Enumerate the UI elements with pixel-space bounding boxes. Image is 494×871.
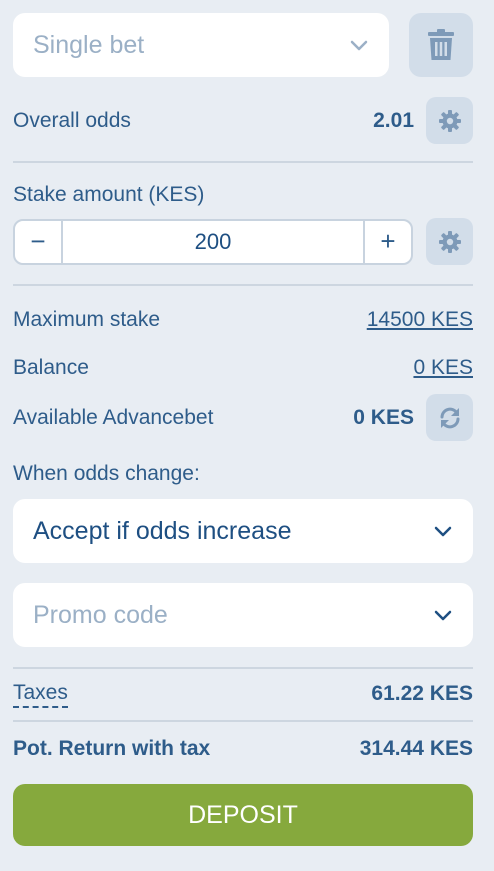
taxes-row: Taxes 61.22 KES <box>13 679 473 709</box>
trash-icon <box>428 29 454 60</box>
deposit-button[interactable]: DEPOSIT <box>13 784 473 846</box>
chevron-down-icon <box>350 40 368 51</box>
advancebet-row: Available Advancebet 0 KES <box>13 394 473 441</box>
refresh-advancebet-button[interactable] <box>426 394 473 441</box>
bet-type-row: Single bet <box>13 13 473 77</box>
delete-bet-button[interactable] <box>409 13 473 77</box>
stake-increment-button[interactable]: + <box>365 221 411 263</box>
odds-change-label: When odds change: <box>13 462 200 485</box>
divider <box>13 284 473 286</box>
stake-decrement-button[interactable]: − <box>15 221 61 263</box>
stake-label-row: Stake amount (KES) <box>13 183 473 207</box>
max-stake-link[interactable]: 14500 KES <box>367 308 473 332</box>
odds-change-select[interactable]: Accept if odds increase <box>13 499 473 563</box>
odds-settings-button[interactable] <box>426 97 473 144</box>
balance-label: Balance <box>13 356 89 379</box>
pot-return-value: 314.44 KES <box>359 737 473 760</box>
odds-change-label-row: When odds change: <box>13 462 473 486</box>
gear-icon <box>438 109 461 132</box>
divider <box>13 720 473 722</box>
chevron-down-icon <box>434 610 452 621</box>
stake-settings-button[interactable] <box>426 218 473 265</box>
overall-odds-value: 2.01 <box>373 108 414 132</box>
promo-code-select[interactable]: Promo code <box>13 583 473 647</box>
balance-row: Balance 0 KES <box>13 353 473 383</box>
divider <box>13 161 473 163</box>
promo-code-placeholder: Promo code <box>33 600 168 629</box>
bet-type-value: Single bet <box>33 30 145 59</box>
refresh-icon <box>440 407 459 428</box>
advancebet-label: Available Advancebet <box>13 405 214 429</box>
overall-odds-label: Overall odds <box>13 108 131 132</box>
taxes-value: 61.22 KES <box>371 682 473 705</box>
overall-odds-row: Overall odds 2.01 <box>13 97 473 144</box>
stake-row: − 200 + <box>13 218 473 265</box>
max-stake-row: Maximum stake 14500 KES <box>13 305 473 335</box>
stake-stepper: − 200 + <box>13 218 413 265</box>
divider <box>13 667 473 669</box>
bet-type-select[interactable]: Single bet <box>13 13 389 77</box>
pot-return-row: Pot. Return with tax 314.44 KES <box>13 734 473 764</box>
gear-icon <box>438 230 461 253</box>
odds-change-value: Accept if odds increase <box>33 516 292 545</box>
advancebet-value: 0 KES <box>353 405 414 429</box>
pot-return-label: Pot. Return with tax <box>13 737 211 760</box>
betslip-panel: Single bet Overall odds 2.01 Stake amoun… <box>13 13 473 846</box>
chevron-down-icon <box>434 526 452 537</box>
taxes-label[interactable]: Taxes <box>13 681 68 708</box>
balance-link[interactable]: 0 KES <box>413 356 473 380</box>
stake-label: Stake amount (KES) <box>13 183 205 206</box>
stake-input[interactable]: 200 <box>61 220 365 263</box>
max-stake-label: Maximum stake <box>13 308 161 331</box>
